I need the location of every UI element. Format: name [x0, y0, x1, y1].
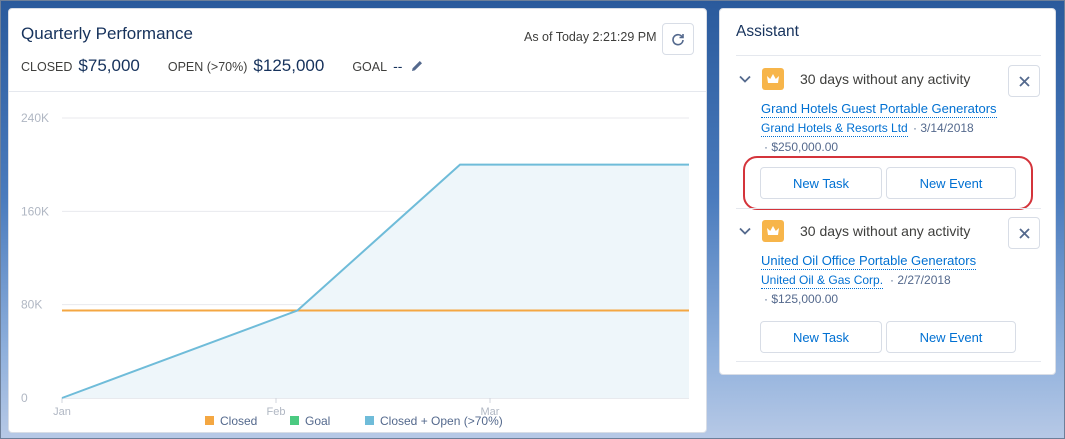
assistant-card: Assistant 30 days without any activity G…	[719, 8, 1056, 375]
close-icon	[1018, 227, 1030, 239]
assistant-divider	[736, 55, 1041, 56]
y-tick-label: 80K	[21, 298, 42, 312]
account-link[interactable]: United Oil & Gas Corp.	[761, 273, 884, 289]
legend-swatch	[205, 416, 214, 425]
edit-goal-button[interactable]	[410, 59, 424, 73]
open-label: OPEN (>70%)	[167, 60, 248, 74]
assistant-item: 30 days without any activity United Oil …	[720, 217, 1057, 367]
closed-label: CLOSED	[21, 60, 73, 74]
refresh-icon	[672, 33, 684, 46]
y-tick-label: 0	[21, 391, 28, 405]
as-of-timestamp: As of Today 2:21:29 PM	[524, 30, 657, 44]
opportunity-amount: · $125,000.00	[764, 292, 839, 306]
assistant-item: 30 days without any activity Grand Hotel…	[720, 65, 1057, 215]
legend-label: Closed	[220, 414, 257, 428]
legend-swatch	[365, 416, 374, 425]
card-title: Quarterly Performance	[21, 24, 193, 43]
crown-icon	[767, 74, 779, 83]
opportunity-badge	[762, 68, 784, 90]
assistant-divider	[736, 361, 1041, 362]
new-event-button[interactable]: New Event	[886, 167, 1016, 199]
new-task-button[interactable]: New Task	[760, 321, 882, 353]
goal-label: GOAL	[352, 60, 388, 74]
new-task-button[interactable]: New Task	[760, 167, 882, 199]
new-event-button[interactable]: New Event	[886, 321, 1016, 353]
legend-swatch	[290, 416, 299, 425]
x-tick-label: Feb	[267, 406, 286, 418]
crown-icon	[767, 226, 779, 235]
quarterly-chart: 080K160K240KJan Feb MarClosed Goal Closed + …	[21, 111, 689, 428]
opportunity-link[interactable]: United Oil Office Portable Generators	[761, 253, 977, 270]
dismiss-button[interactable]	[1008, 217, 1040, 249]
legend-label: Goal	[305, 414, 330, 428]
open-value: $125,000	[253, 56, 325, 75]
refresh-button[interactable]	[662, 23, 694, 55]
assistant-divider	[736, 208, 1041, 209]
chevron-down-icon[interactable]	[739, 75, 751, 83]
opportunity-badge	[762, 220, 784, 242]
assistant-title: Assistant	[736, 23, 799, 40]
pencil-icon	[412, 61, 423, 71]
activity-message: 30 days without any activity	[800, 71, 971, 87]
opportunity-link[interactable]: Grand Hotels Guest Portable Generators	[761, 101, 997, 118]
activity-message: 30 days without any activity	[800, 223, 971, 239]
closed-value: $75,000	[78, 56, 140, 75]
metrics-row: CLOSED $75,000 OPEN (>70%) $125,000 GOAL…	[21, 56, 424, 76]
close-date: · 2/27/2018	[890, 273, 951, 287]
x-tick-label: Jan	[53, 406, 71, 418]
dismiss-button[interactable]	[1008, 65, 1040, 97]
goal-value: --	[393, 58, 403, 74]
quarterly-performance-card: Quarterly Performance As of Today 2:21:2…	[8, 8, 707, 433]
legend-label: Closed + Open (>70%)	[380, 414, 503, 428]
close-icon	[1018, 75, 1030, 87]
opportunity-amount: · $250,000.00	[764, 140, 839, 154]
chevron-down-icon[interactable]	[739, 227, 751, 235]
account-link[interactable]: Grand Hotels & Resorts Ltd	[761, 121, 908, 137]
close-date: · 3/14/2018	[913, 121, 974, 135]
y-tick-label: 160K	[21, 204, 49, 218]
y-tick-label: 240K	[21, 111, 49, 125]
